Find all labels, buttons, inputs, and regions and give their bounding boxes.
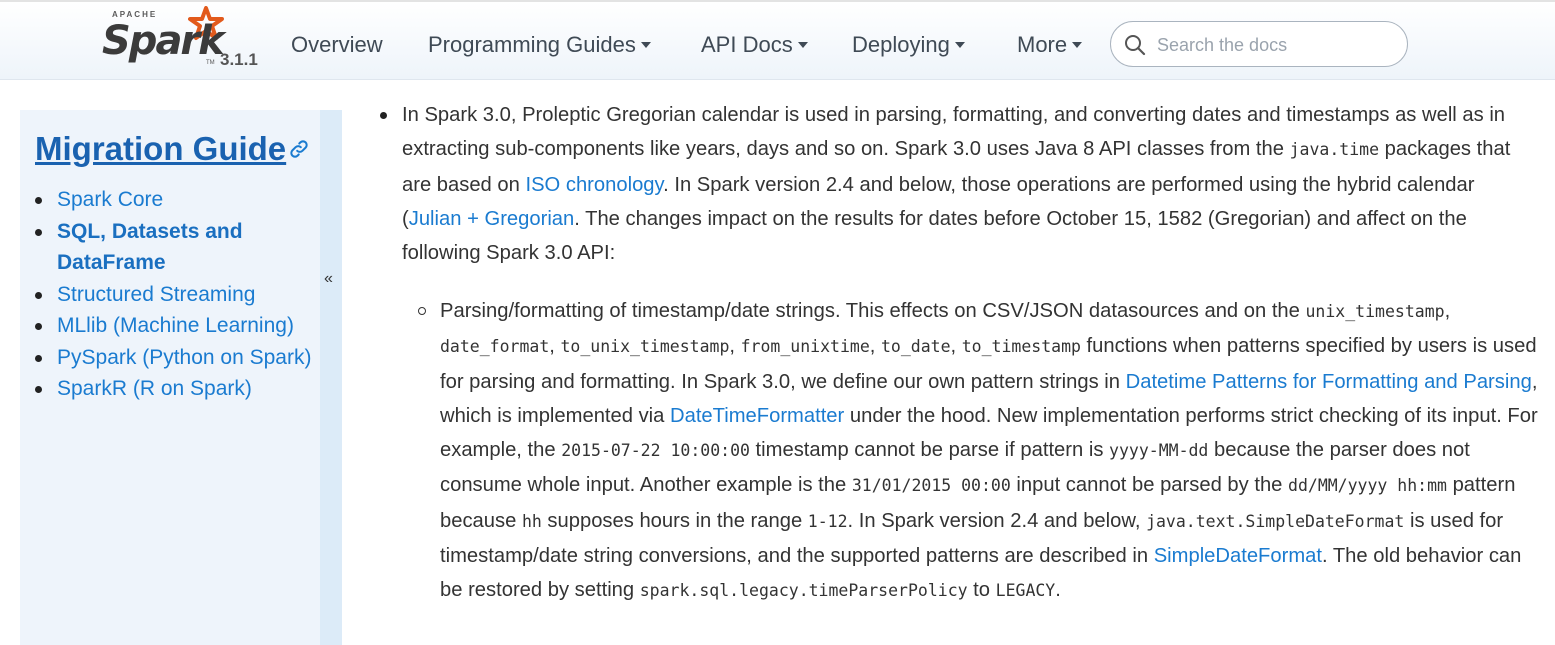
sidebar: « Migration Guide Spark Core SQL, Datase… [20,110,342,645]
sidebar-item-mllib[interactable]: MLlib (Machine Learning) [35,310,327,342]
datetime-patterns-link[interactable]: Datetime Patterns for Formatting and Par… [1126,371,1532,393]
inline-code: hh [521,511,542,531]
julian-gregorian-link[interactable]: Julian + Gregorian [409,208,575,230]
nav-overview[interactable]: Overview [291,32,383,58]
main-content: In Spark 3.0, Proleptic Gregorian calend… [380,98,1538,601]
nav-programming-guides[interactable]: Programming Guides [428,32,651,58]
simpledateformat-link[interactable]: SimpleDateFormat [1154,545,1322,567]
permalink-icon[interactable] [288,138,310,160]
chevron-down-icon [797,42,808,48]
inline-code: spark.sql.legacy.timeParserPolicy [639,581,968,601]
nav-more[interactable]: More [1017,32,1083,58]
parsing-paragraph: Parsing/formatting of timestamp/date str… [440,294,1540,609]
sub-list-item: Parsing/formatting of timestamp/date str… [418,294,1540,609]
inline-code: to_timestamp [961,337,1081,357]
datetimeformatter-link[interactable]: DateTimeFormatter [670,405,844,427]
inline-code: unix_timestamp [1305,302,1445,321]
sidebar-nav-list: Spark Core SQL, Datasets and DataFrame S… [35,184,327,405]
sidebar-item-structured-streaming[interactable]: Structured Streaming [35,279,327,311]
inline-code: to_date [880,337,951,357]
top-navbar: APACHE Spark TM 3.1.1 Overview Programmi… [0,0,1555,80]
chevron-down-icon [1072,42,1083,48]
inline-code: 1-12 [807,511,848,531]
text: . [1055,579,1061,602]
text: timestamp cannot be parse if pattern is [749,439,1110,462]
bullet-dot [380,112,387,119]
sidebar-title[interactable]: Migration Guide [35,130,286,168]
logo-wordmark: Spark [102,18,225,64]
nav-label: Overview [291,32,383,57]
chevron-down-icon [954,42,965,48]
inline-code: yyyy-MM-dd [1109,441,1209,461]
text: , [869,335,881,358]
inline-code: to_unix_timestamp [560,337,730,357]
inline-code: 31/01/2015 00:00 [851,476,1011,496]
sidebar-item-pyspark[interactable]: PySpark (Python on Spark) [35,342,327,374]
nav-api-docs[interactable]: API Docs [701,32,808,58]
text: to [967,579,996,602]
text: , [950,335,962,358]
inline-code: 2015-07-22 10:00:00 [561,441,750,461]
nav-label: API Docs [701,32,793,57]
inline-code: date_format [440,337,550,357]
logo-trademark: TM [206,60,215,66]
sidebar-item-spark-core[interactable]: Spark Core [35,184,327,216]
sidebar-item-sparkr[interactable]: SparkR (R on Spark) [35,373,327,405]
bullet-circle [418,307,426,315]
inline-code: from_unixtime [740,337,870,357]
inline-code: LEGACY [995,581,1056,601]
text: Parsing/formatting of timestamp/date str… [440,300,1306,322]
search-input[interactable] [1155,30,1399,60]
nav-label: Programming Guides [428,32,636,57]
nav-label: Deploying [852,32,950,57]
text: input cannot be parsed by the [1010,474,1289,497]
inline-code: java.text.SimpleDateFormat [1146,511,1405,531]
text: , [729,335,741,358]
search-icon [1125,35,1146,56]
inline-code: dd/MM/yyyy hh:mm [1288,476,1447,496]
spark-logo[interactable]: APACHE Spark TM 3.1.1 [102,6,272,74]
text: , [1444,300,1451,322]
sidebar-item-sql-datasets-dataframe[interactable]: SQL, Datasets and DataFrame [35,216,327,279]
text: , [549,335,561,358]
search-box[interactable] [1110,21,1408,67]
text: . In Spark version 2.4 and below, [847,509,1147,532]
iso-chronology-link[interactable]: ISO chronology [525,174,663,196]
calendar-paragraph: In Spark 3.0, Proleptic Gregorian calend… [402,98,1534,270]
nav-label: More [1017,32,1068,57]
version-label: 3.1.1 [220,50,258,69]
chevron-down-icon [640,42,651,48]
inline-code: java.time [1289,140,1379,160]
text: supposes hours in the range [541,509,808,532]
nav-deploying[interactable]: Deploying [852,32,965,58]
